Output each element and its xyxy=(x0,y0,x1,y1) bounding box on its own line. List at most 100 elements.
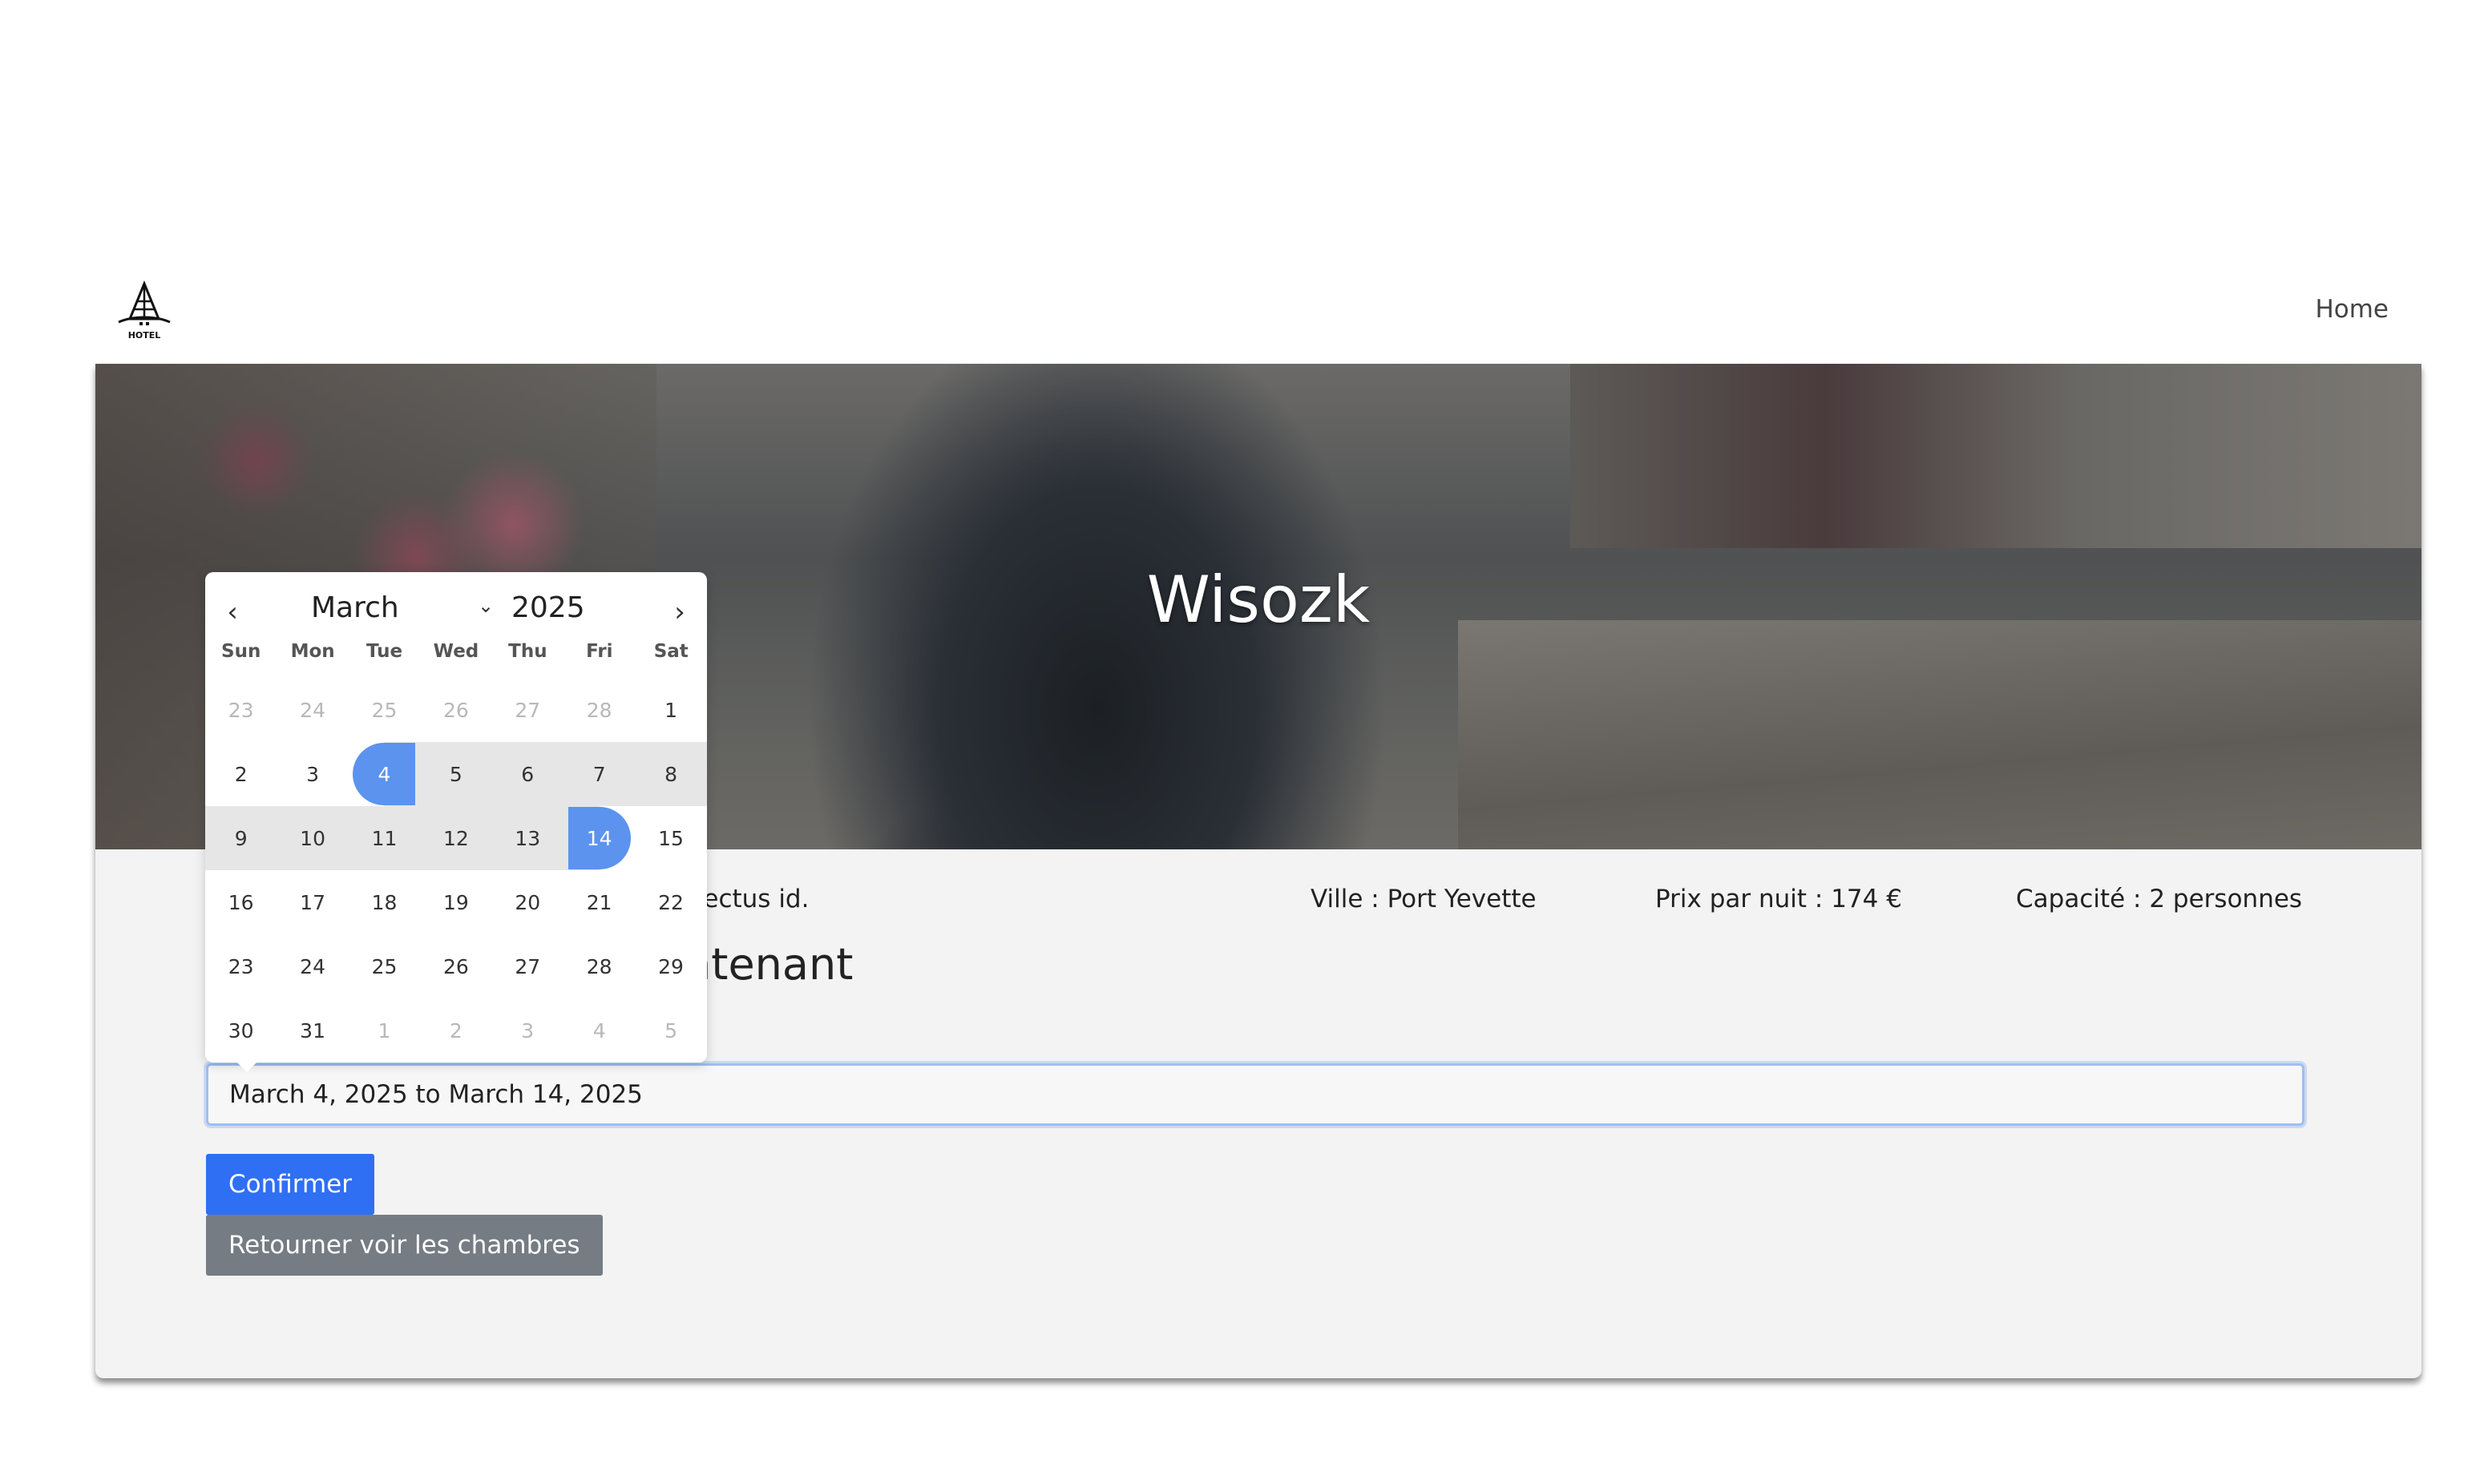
calendar-day-number: 17 xyxy=(300,890,325,914)
calendar-day-number: 21 xyxy=(586,890,612,914)
calendar-year[interactable]: 2025 xyxy=(511,591,585,624)
calendar-day[interactable]: 20 xyxy=(492,870,563,934)
weekday-label: Thu xyxy=(508,641,547,662)
calendar-day-number: 11 xyxy=(371,826,398,850)
room-price: Prix par nuit : 174 € xyxy=(1655,885,1902,913)
calendar-week-row: 30 31 1 2 3 4 5 xyxy=(205,998,707,1063)
calendar-day-number: 16 xyxy=(228,890,254,914)
calendar-day[interactable]: 24 xyxy=(277,934,348,998)
calendar-day-number: 25 xyxy=(371,954,398,978)
weekday-header: Sun Mon Tue Wed Thu Fri Sat xyxy=(205,641,707,665)
calendar-day[interactable]: 12 xyxy=(420,806,492,870)
calendar-day-number: 24 xyxy=(300,698,325,722)
calendar-week-row: 23 24 25 26 27 28 29 xyxy=(205,934,707,998)
calendar-day[interactable]: 31 xyxy=(277,998,348,1063)
calendar-day[interactable]: 5 xyxy=(635,998,706,1063)
calendar-week-row: 23 24 25 26 27 28 1 xyxy=(205,678,707,742)
calendar-day[interactable]: 28 xyxy=(563,934,635,998)
confirm-button[interactable]: Confirmer xyxy=(206,1154,375,1215)
calendar-day-number: 19 xyxy=(442,890,469,914)
calendar-day[interactable]: 18 xyxy=(349,870,420,934)
calendar-day[interactable]: 14 xyxy=(563,806,636,870)
weekday-label: Sun xyxy=(221,641,261,662)
date-range-input[interactable]: March 4, 2025 to March 14, 2025 xyxy=(206,1063,2304,1126)
weekday-label: Fri xyxy=(586,641,613,662)
calendar-day[interactable]: 30 xyxy=(205,998,277,1063)
calendar-day-number: 31 xyxy=(300,1018,325,1042)
calendar-day-number: 26 xyxy=(442,954,469,978)
weekday-label: Tue xyxy=(366,641,403,662)
calendar-day-number: 24 xyxy=(300,954,325,978)
calendar-day-number: 30 xyxy=(228,1018,254,1042)
calendar-day[interactable]: 23 xyxy=(205,934,277,998)
calendar-day[interactable]: 16 xyxy=(205,870,277,934)
calendar-day-number: 23 xyxy=(228,954,254,978)
calendar-day[interactable]: 28 xyxy=(563,678,635,742)
calendar-day-number: 4 xyxy=(353,743,416,805)
calendar-day-number: 10 xyxy=(300,826,325,850)
calendar-day-number: 28 xyxy=(586,954,612,978)
calendar-day[interactable]: 17 xyxy=(277,870,348,934)
calendar-day-number: 12 xyxy=(442,826,469,850)
prev-month-icon[interactable]: ‹ xyxy=(216,595,248,630)
calendar-day[interactable]: 6 xyxy=(491,742,563,806)
room-city: Ville : Port Yevette xyxy=(1311,885,1537,913)
calendar-day[interactable]: 24 xyxy=(277,678,348,742)
calendar-day-number: 29 xyxy=(658,954,684,978)
calendar-day-number: 4 xyxy=(592,1018,606,1042)
hotel-logo-icon[interactable]: HOTEL xyxy=(112,280,176,341)
calendar-day[interactable]: 1 xyxy=(349,998,420,1063)
calendar-day-number: 23 xyxy=(228,698,254,722)
weekday-label: Wed xyxy=(433,641,479,662)
calendar-day[interactable]: 4 xyxy=(563,998,635,1063)
calendar-day[interactable]: 27 xyxy=(492,934,563,998)
calendar-day[interactable]: 26 xyxy=(420,934,491,998)
calendar-day[interactable]: 5 xyxy=(420,742,492,806)
room-capacity: Capacité : 2 personnes xyxy=(2016,885,2303,913)
calendar-day-number: 1 xyxy=(664,698,677,722)
calendar-day[interactable]: 8 xyxy=(635,742,707,806)
next-month-icon[interactable]: › xyxy=(664,595,696,630)
calendar-day-number: 2 xyxy=(449,1018,462,1042)
calendar-day[interactable]: 15 xyxy=(635,806,706,870)
calendar-day[interactable]: 3 xyxy=(492,998,563,1063)
calendar-day[interactable]: 13 xyxy=(491,806,563,870)
calendar-day[interactable]: 1 xyxy=(635,678,706,742)
calendar-day-number: 20 xyxy=(515,890,541,914)
calendar-day[interactable]: 22 xyxy=(635,870,706,934)
calendar-day[interactable]: 21 xyxy=(563,870,635,934)
calendar-day-number: 9 xyxy=(234,826,248,850)
calendar-day-grid: 23 24 25 26 27 28 1 2 3 4 5 6 7 8 9 10 11 12 13 14 15 16 17 18 1… xyxy=(205,678,707,1063)
calendar-day[interactable]: 10 xyxy=(277,806,349,870)
weekday-label: Mon xyxy=(290,641,335,662)
calendar-week-row: 2 3 4 5 6 7 8 xyxy=(205,742,707,806)
calendar-day[interactable]: 7 xyxy=(563,742,636,806)
calendar-day[interactable]: 23 xyxy=(205,678,277,742)
date-picker-calendar: ‹ March ⌄ 2025 › Sun Mon Tue Wed Thu Fri… xyxy=(205,572,707,1072)
calendar-day-number: 27 xyxy=(515,954,541,978)
calendar-day[interactable]: 25 xyxy=(349,934,420,998)
calendar-day-number: 3 xyxy=(306,762,320,786)
calendar-day-number: 8 xyxy=(664,762,677,786)
calendar-day[interactable]: 25 xyxy=(349,678,420,742)
nav-home-link[interactable]: Home xyxy=(2315,295,2389,324)
calendar-day[interactable]: 3 xyxy=(277,742,348,806)
calendar-month[interactable]: March xyxy=(311,591,399,624)
calendar-day-number: 15 xyxy=(658,826,684,850)
calendar-day[interactable]: 19 xyxy=(420,870,491,934)
hero-cobbles xyxy=(1458,620,2421,849)
calendar-day[interactable]: 11 xyxy=(348,806,421,870)
calendar-day[interactable]: 29 xyxy=(635,934,706,998)
calendar-day-number: 2 xyxy=(234,762,248,786)
calendar-day[interactable]: 9 xyxy=(205,806,277,870)
calendar-day[interactable]: 2 xyxy=(420,998,491,1063)
calendar-caret xyxy=(237,1063,256,1072)
calendar-day[interactable]: 4 xyxy=(348,742,421,806)
calendar-day[interactable]: 27 xyxy=(492,678,563,742)
back-to-rooms-button[interactable]: Retourner voir les chambres xyxy=(206,1215,603,1276)
calendar-week-row: 16 17 18 19 20 21 22 xyxy=(205,870,707,934)
calendar-day-number: 26 xyxy=(442,698,469,722)
month-dropdown-chevron-icon[interactable]: ⌄ xyxy=(478,595,494,617)
calendar-day[interactable]: 2 xyxy=(205,742,277,806)
calendar-day[interactable]: 26 xyxy=(420,678,491,742)
